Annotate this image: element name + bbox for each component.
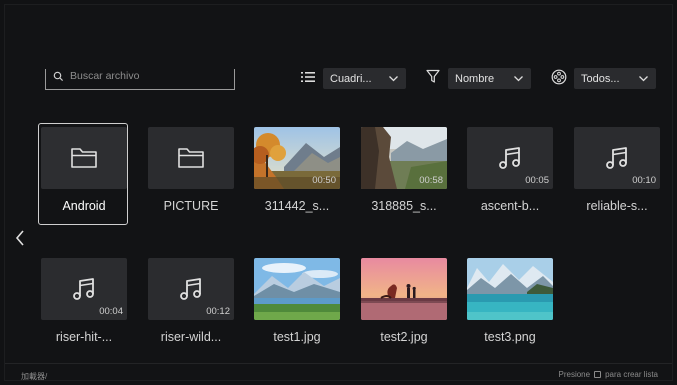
item-label: riser-wild... (160, 330, 222, 344)
folder-icon (71, 148, 97, 168)
type-filter-value: Todos... (581, 72, 620, 85)
alpine-lake-image (467, 258, 553, 320)
view-mode-dropdown[interactable]: Cuadri... (323, 68, 406, 89)
image-thumbnail (254, 258, 340, 320)
audio-duration: 00:04 (99, 306, 123, 317)
footer-divider (5, 363, 672, 364)
search-icon (53, 71, 64, 82)
item-label: ascent-b... (480, 199, 540, 213)
thumbnail (41, 127, 127, 189)
music-note-icon (73, 278, 94, 300)
music-note-icon (606, 147, 627, 169)
audio-duration: 00:12 (206, 306, 230, 317)
item-label: 318885_s... (371, 199, 437, 213)
item-label: test2.jpg (380, 330, 428, 344)
image-thumbnail (361, 258, 447, 320)
view-mode-value: Cuadri... (330, 72, 372, 85)
media-reel-icon[interactable] (551, 69, 567, 85)
sunset-character-image (361, 258, 447, 320)
mountain-lake-image (254, 258, 340, 320)
hint-prefix: Presione (558, 370, 591, 379)
video-thumbnail: 00:58 (361, 127, 447, 189)
item-label: Android (62, 199, 106, 213)
item-label: test3.png (484, 330, 536, 344)
item-label: PICTURE (163, 199, 219, 213)
thumbnail: 00:05 (467, 127, 553, 189)
chevron-down-icon (639, 76, 648, 82)
thumbnail: 00:04 (41, 258, 127, 320)
search-box[interactable] (45, 68, 235, 90)
folder-icon (178, 148, 204, 168)
filter-icon[interactable] (426, 69, 440, 84)
thumbnail: 00:10 (574, 127, 660, 189)
chevron-left-icon[interactable] (14, 229, 26, 247)
item-label: riser-hit-... (55, 330, 113, 344)
menu-key-icon (594, 371, 602, 378)
item-label: test1.jpg (273, 330, 321, 344)
hint-suffix: para crear lista (605, 370, 658, 379)
footer-hint: Presione para crear lista (559, 370, 659, 379)
image-thumbnail (467, 258, 553, 320)
audio-duration: 00:10 (632, 175, 656, 186)
type-filter-dropdown[interactable]: Todos... (574, 68, 656, 89)
list-icon[interactable] (301, 70, 315, 84)
music-note-icon (180, 278, 201, 300)
music-note-icon (499, 147, 520, 169)
search-input[interactable] (70, 68, 230, 84)
thumbnail: 00:12 (148, 258, 234, 320)
video-duration: 00:50 (312, 175, 336, 186)
video-duration: 00:58 (419, 175, 443, 186)
sort-dropdown[interactable]: Nombre (448, 68, 531, 89)
audio-duration: 00:05 (525, 175, 549, 186)
chevron-down-icon (514, 76, 523, 82)
item-label: reliable-s... (586, 199, 648, 213)
current-path: 加載器/ (21, 372, 48, 381)
video-thumbnail: 00:50 (254, 127, 340, 189)
thumbnail (148, 127, 234, 189)
item-label: 311442_s... (264, 199, 330, 213)
chevron-down-icon (389, 76, 398, 82)
file-browser-screen: Cuadri... Nombre Todos... (4, 4, 673, 381)
sort-value: Nombre (455, 72, 495, 85)
